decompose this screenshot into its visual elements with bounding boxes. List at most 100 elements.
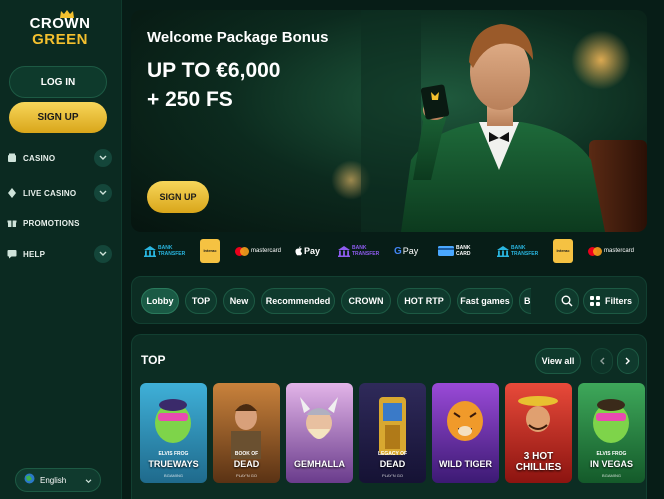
- game-card[interactable]: ELVIS FROG TRUEWAYS BGAMING: [140, 383, 207, 483]
- game-card[interactable]: 3 HOT CHILLIES: [505, 383, 572, 483]
- next-button[interactable]: [617, 348, 639, 374]
- payment-label: Pay: [304, 246, 321, 256]
- payment-mastercard: mastercard: [588, 238, 634, 264]
- payment-apple-pay: Pay: [295, 238, 320, 264]
- tab-hot-rtp[interactable]: HOT RTP: [397, 288, 451, 314]
- banner-title: Welcome Package Bonus: [147, 29, 329, 46]
- payment-methods-strip: BANK TRANSFER Interac mastercard Pay BANK…: [140, 238, 640, 264]
- payment-label: mastercard: [251, 248, 282, 254]
- game-card[interactable]: GEMHALLA: [286, 383, 353, 483]
- sidebar-item-help[interactable]: HELP: [6, 243, 112, 265]
- game-title: TRUEWAYS: [148, 459, 199, 469]
- chevron-down-icon: [85, 471, 92, 489]
- google-g-icon: G: [394, 245, 402, 257]
- grid-icon: [589, 296, 600, 306]
- payment-bank-transfer: BANK TRANSFER: [338, 238, 379, 264]
- payment-bank-transfer: BANK TRANSFER: [144, 238, 185, 264]
- sidebar-item-label: LIVE CASINO: [23, 188, 77, 198]
- game-provider: PLAY'N GO: [382, 473, 403, 478]
- payment-label: TRANSFER: [352, 251, 380, 257]
- tab-new[interactable]: New: [223, 288, 255, 314]
- chat-icon: [6, 248, 18, 260]
- payment-label: TRANSFER: [511, 251, 539, 257]
- signup-button[interactable]: SIGN UP: [9, 102, 107, 133]
- logo[interactable]: CROWN GREEN: [14, 10, 106, 50]
- sidebar-item-live-casino[interactable]: LIVE CASINO: [6, 182, 112, 204]
- chevron-left-icon: [600, 357, 605, 365]
- payment-label: CARD: [456, 251, 471, 257]
- game-title-prefix: LEGACY OF: [377, 451, 408, 457]
- top-games-section: TOP View all ELVIS FROG TRUEWAYS BGAMING…: [131, 334, 647, 499]
- sidebar-item-casino[interactable]: CASINO: [6, 147, 112, 169]
- payment-interac: Interac: [553, 238, 573, 264]
- logo-text-line2: GREEN: [32, 31, 88, 48]
- game-provider: BGAMING: [602, 473, 621, 478]
- chevron-right-icon: [625, 357, 630, 365]
- prev-button[interactable]: [591, 348, 613, 374]
- mastercard-icon: [235, 246, 249, 256]
- sidebar-item-label: HELP: [23, 249, 46, 259]
- tab-partial[interactable]: B: [519, 288, 531, 314]
- payment-mastercard: mastercard: [235, 238, 281, 264]
- game-card[interactable]: BOOK OF DEAD PLAY'N GO: [213, 383, 280, 483]
- globe-icon: [24, 471, 35, 489]
- game-card[interactable]: ELVIS FROG IN VEGAS BGAMING: [578, 383, 645, 483]
- tab-recommended[interactable]: Recommended: [261, 288, 335, 314]
- view-all-button[interactable]: View all: [535, 348, 581, 374]
- game-card[interactable]: LEGACY OF DEAD PLAY'N GO: [359, 383, 426, 483]
- section-title: TOP: [141, 353, 166, 367]
- payment-interac: Interac: [200, 238, 220, 264]
- sidebar: CROWN GREEN LOG IN SIGN UP CASINO LIVE C…: [0, 0, 122, 499]
- filters-button[interactable]: Filters: [583, 288, 639, 314]
- promo-banner[interactable]: Welcome Package Bonus UP TO €6,000 + 250…: [131, 10, 647, 232]
- chevron-down-icon[interactable]: [94, 184, 112, 202]
- language-selector[interactable]: English: [15, 468, 101, 492]
- tab-crown[interactable]: CROWN: [341, 288, 391, 314]
- payment-label: TRANSFER: [158, 251, 186, 257]
- banner-character-illustration: [361, 10, 647, 232]
- game-title-prefix: ELVIS FROG: [596, 451, 627, 457]
- sidebar-item-label: PROMOTIONS: [23, 218, 80, 228]
- login-button[interactable]: LOG IN: [9, 66, 107, 98]
- language-label: English: [40, 475, 67, 485]
- tab-fast-games[interactable]: Fast games: [457, 288, 513, 314]
- logo-text-line1: CROWN: [29, 15, 91, 32]
- payment-label: Interac: [553, 239, 573, 263]
- payment-bank-card: BANK CARD: [438, 238, 470, 264]
- banner-signup-button[interactable]: SIGN UP: [147, 181, 209, 213]
- game-title: DEAD: [233, 459, 260, 469]
- tab-top[interactable]: TOP: [185, 288, 217, 314]
- sidebar-item-promotions[interactable]: PROMOTIONS: [6, 212, 112, 234]
- banner-headline-free-spins: + 250 FS: [147, 88, 233, 111]
- payment-label: Pay: [402, 246, 419, 256]
- game-title: IN VEGAS: [589, 459, 633, 469]
- card-icon: [438, 246, 454, 256]
- payment-label: mastercard: [604, 248, 635, 254]
- gift-icon: [6, 217, 18, 229]
- category-filter-bar: Lobby TOP New Recommended CROWN HOT RTP …: [131, 276, 647, 324]
- game-provider: PLAY'N GO: [236, 473, 257, 478]
- bank-icon: [338, 245, 350, 257]
- game-title: WILD TIGER: [439, 459, 492, 469]
- game-provider: BGAMING: [164, 473, 183, 478]
- search-button[interactable]: [555, 288, 579, 314]
- game-title-prefix: BOOK OF: [234, 451, 259, 457]
- mastercard-icon: [588, 246, 602, 256]
- game-title: DEAD: [379, 459, 406, 469]
- banner-headline-amount: UP TO €6,000: [147, 59, 281, 82]
- app-root: CROWN GREEN LOG IN SIGN UP CASINO LIVE C…: [0, 0, 664, 499]
- game-title: GEMHALLA: [294, 459, 345, 469]
- casino-icon: [6, 152, 18, 164]
- chevron-down-icon[interactable]: [94, 245, 112, 263]
- search-icon: [561, 295, 573, 307]
- tab-lobby[interactable]: Lobby: [141, 288, 179, 314]
- filters-label: Filters: [604, 296, 632, 306]
- game-title: 3 HOT CHILLIES: [515, 451, 562, 473]
- game-card[interactable]: WILD TIGER: [432, 383, 499, 483]
- payment-google-pay: G Pay: [394, 238, 418, 264]
- game-title-prefix: ELVIS FROG: [158, 451, 189, 457]
- sidebar-item-label: CASINO: [23, 153, 56, 163]
- bank-icon: [497, 245, 509, 257]
- chevron-down-icon[interactable]: [94, 149, 112, 167]
- live-casino-icon: [6, 187, 18, 199]
